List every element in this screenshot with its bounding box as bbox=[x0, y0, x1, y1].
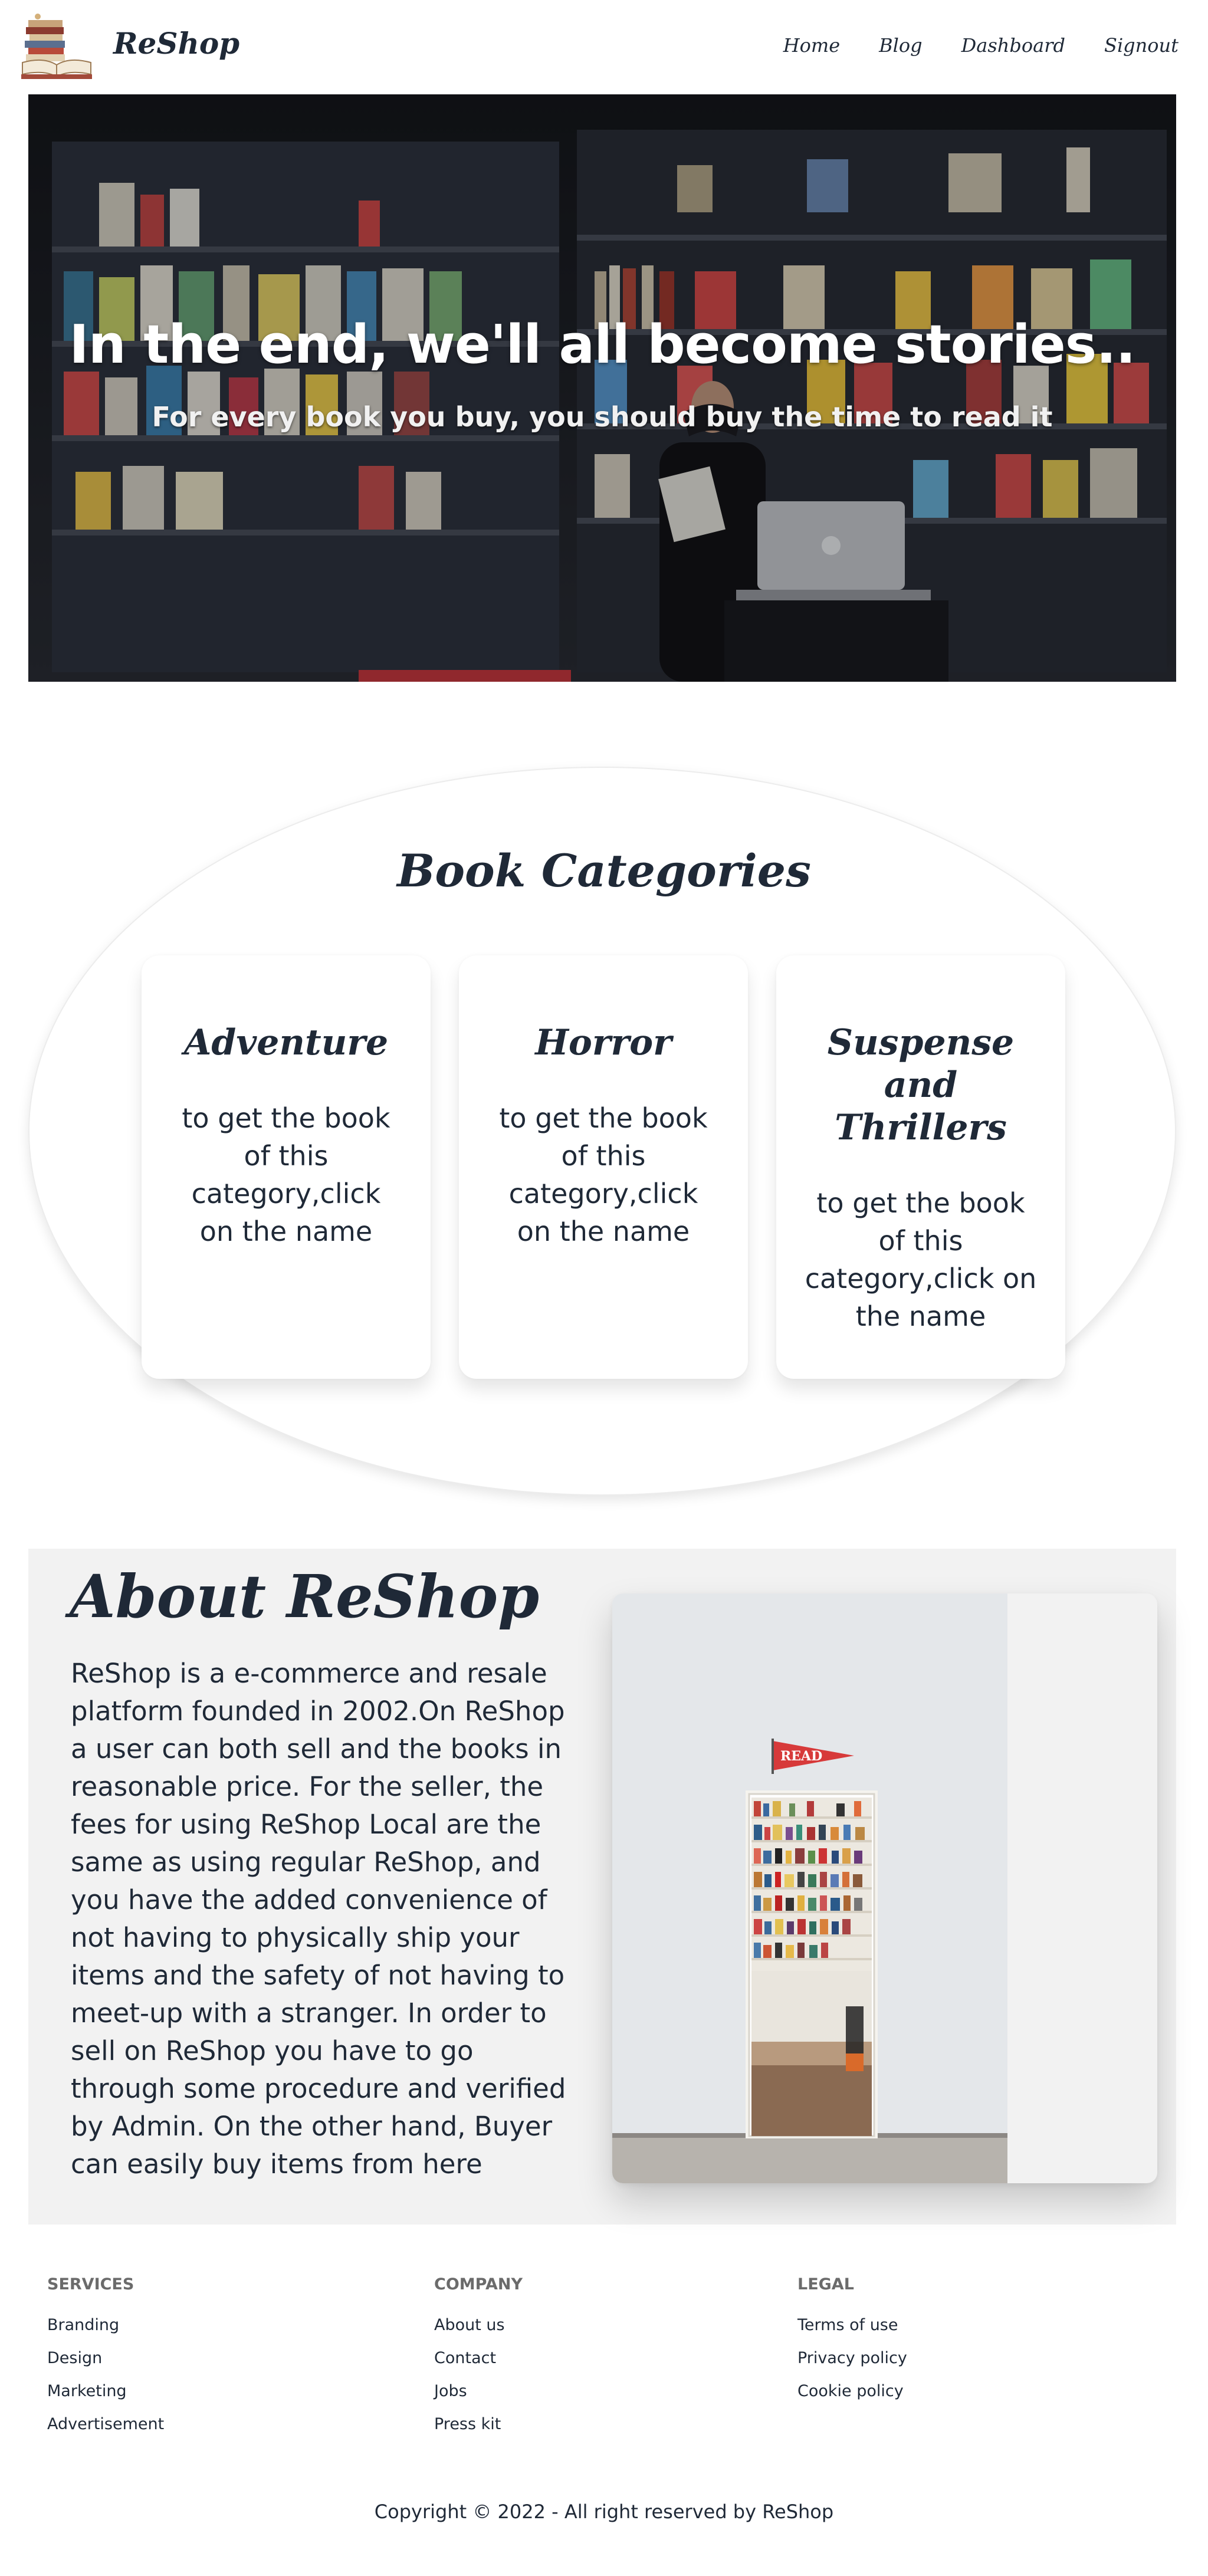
footer-link-design[interactable]: Design bbox=[47, 2342, 164, 2375]
hero-title: In the end, we'll all become stories.. bbox=[69, 314, 1135, 376]
category-description: to get the book of this category,click o… bbox=[805, 1187, 1037, 1332]
footer-company-heading: COMPANY bbox=[434, 2275, 523, 2294]
copyright-text: Copyright © 2022 - All right reserved by… bbox=[374, 2501, 834, 2523]
footer-link-branding[interactable]: Branding bbox=[47, 2309, 164, 2342]
category-description: to get the book of this category,click o… bbox=[499, 1102, 708, 1247]
category-link-horror[interactable]: Horror bbox=[492, 1021, 715, 1064]
footer-company-column: COMPANY About us Contact Jobs Press kit bbox=[434, 2275, 523, 2441]
logo-books-image[interactable] bbox=[20, 13, 93, 83]
nav-signout-link[interactable]: Signout bbox=[1104, 34, 1179, 57]
about-title: About ReShop bbox=[70, 1562, 540, 1631]
category-link-adventure[interactable]: Adventure bbox=[175, 1021, 398, 1064]
footer-legal-heading: LEGAL bbox=[797, 2275, 854, 2294]
about-section: About ReShop ReShop is a e-commerce and … bbox=[28, 1549, 1176, 2225]
footer-link-about-us[interactable]: About us bbox=[434, 2309, 523, 2342]
footer-link-jobs[interactable]: Jobs bbox=[434, 2375, 523, 2408]
nav-links: Home Blog Dashboard Signout bbox=[783, 34, 1179, 57]
footer-services-column: SERVICES Branding Design Marketing Adver… bbox=[47, 2275, 164, 2441]
category-card-suspense-thrillers: Suspense and Thrillers to get the book o… bbox=[776, 955, 1065, 1379]
hero-banner: In the end, we'll all become stories.. F… bbox=[28, 94, 1176, 682]
category-card-adventure: Adventure to get the book of this catego… bbox=[142, 955, 431, 1379]
about-image-card: READ bbox=[612, 1593, 1157, 2183]
category-link-suspense-thrillers[interactable]: Suspense and Thrillers bbox=[805, 1021, 1037, 1149]
footer-link-terms-of-use[interactable]: Terms of use bbox=[797, 2309, 907, 2342]
hero-subtitle: For every book you buy, you should buy t… bbox=[152, 401, 1053, 433]
bookshelf-door-image: READ bbox=[612, 1593, 1007, 2183]
nav-dashboard-link[interactable]: Dashboard bbox=[961, 34, 1065, 57]
navbar: ReShop Home Blog Dashboard Signout bbox=[0, 0, 1208, 94]
footer-legal-column: LEGAL Terms of use Privacy policy Cookie… bbox=[797, 2275, 907, 2408]
footer-services-heading: SERVICES bbox=[47, 2275, 134, 2294]
nav-home-link[interactable]: Home bbox=[783, 34, 840, 57]
read-flag-text: READ bbox=[780, 1749, 822, 1764]
category-description: to get the book of this category,click o… bbox=[182, 1102, 390, 1247]
categories-title: Book Categories bbox=[397, 845, 811, 897]
footer-link-advertisement[interactable]: Advertisement bbox=[47, 2408, 164, 2441]
footer-link-contact[interactable]: Contact bbox=[434, 2342, 523, 2375]
about-text: ReShop is a e-commerce and resale platfo… bbox=[71, 1658, 566, 2180]
brand-name[interactable]: ReShop bbox=[113, 26, 239, 61]
footer-link-marketing[interactable]: Marketing bbox=[47, 2375, 164, 2408]
footer-link-privacy-policy[interactable]: Privacy policy bbox=[797, 2342, 907, 2375]
category-card-horror: Horror to get the book of this category,… bbox=[459, 955, 748, 1379]
footer-link-cookie-policy[interactable]: Cookie policy bbox=[797, 2375, 907, 2408]
nav-blog-link[interactable]: Blog bbox=[879, 34, 923, 57]
bookstore-background-image bbox=[28, 94, 1176, 682]
footer-link-press-kit[interactable]: Press kit bbox=[434, 2408, 523, 2441]
